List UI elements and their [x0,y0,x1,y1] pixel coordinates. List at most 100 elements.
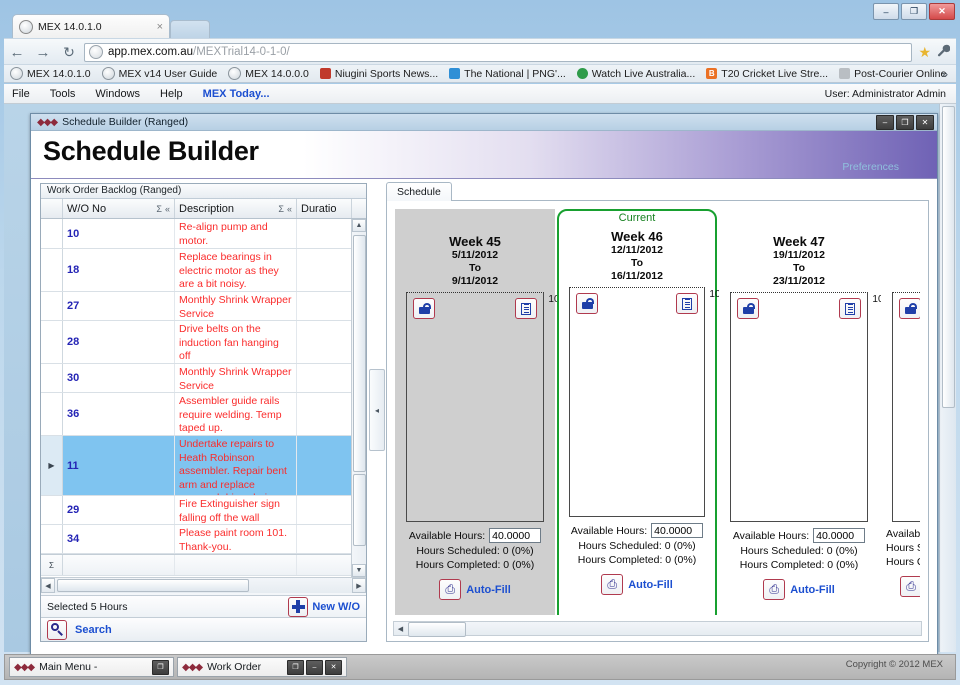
window-minimize-button[interactable]: – [876,115,894,130]
scroll-up-icon[interactable]: ▲ [352,219,366,232]
more-bookmarks-icon[interactable]: » [941,67,948,81]
week-card[interactable]: Week 45 5/11/2012 To 9/11/2012 100% [395,209,574,615]
window-close-button[interactable]: ✕ [916,115,934,130]
sigma-icon[interactable]: Σ [278,204,287,214]
document-list-icon[interactable] [839,298,861,319]
auto-fill-button[interactable]: ⎙ Auto-Fill [396,579,554,600]
page-title: Schedule Builder [43,136,259,166]
menu-file[interactable]: File [12,88,30,100]
column-header-description[interactable]: Description Σ « [175,199,297,218]
page-vertical-scrollbar[interactable] [939,104,956,652]
restore-button[interactable]: ❐ [152,659,169,675]
unlock-icon[interactable] [576,293,598,314]
available-hours-input[interactable] [651,523,704,538]
document-list-icon[interactable] [676,293,698,314]
taskbar-item-main-menu[interactable]: ◆◆◆ Main Menu - ❐ [9,657,174,677]
cell-wo-no: 18 [63,249,175,291]
week-card-current[interactable]: Current Week 46 12/11/2012 To 16/11/2012… [557,209,735,615]
table-row[interactable]: 18 Replace bearings in electric motor as… [41,249,352,292]
scrollbar-thumb[interactable] [57,579,249,592]
hours-completed: Hours Completed: 0 (0%) [577,554,697,566]
close-icon[interactable]: × [153,21,163,33]
document-list-icon[interactable] [515,298,537,319]
table-row[interactable]: 30 Monthly Shrink Wrapper Service [41,364,352,393]
forward-icon[interactable]: → [30,44,56,61]
week-card-clipped[interactable]: W 26/ 30/ Available [881,209,920,615]
sigma-icon[interactable]: Σ [156,204,165,214]
menu-help[interactable]: Help [160,88,183,100]
table-row[interactable]: 36 Assembler guide rails require welding… [41,393,352,436]
unlock-icon[interactable] [737,298,759,319]
week-dropzone[interactable] [569,287,705,517]
grid-vertical-scrollbar[interactable]: ▲ ▼ [351,219,366,577]
auto-fill-button[interactable]: ⎙ Auto-Fill [559,574,715,595]
bookmark-item[interactable]: The National | PNG'... [449,68,566,80]
restore-button[interactable]: ❐ [287,659,304,675]
week-card[interactable]: Week 47 19/11/2012 To 23/11/2012 100% [719,209,898,615]
address-bar[interactable]: app.mex.com.au/MEXTrial14-0-1-0/ [84,42,913,62]
scrollbar-track[interactable] [55,578,352,593]
cell-duration [297,364,352,392]
table-row[interactable]: 10 Re-align pump and motor. [41,219,352,249]
column-header-duration[interactable]: Duratio [297,199,352,218]
scrollbar-thumb-lower[interactable] [353,474,366,546]
menu-tools[interactable]: Tools [50,88,76,100]
summary-sigma-icon: Σ [41,555,63,575]
available-hours-input[interactable] [489,528,542,543]
table-row[interactable]: 27 Monthly Shrink Wrapper Service [41,292,352,321]
bookmark-item[interactable]: MEX 14.0.0.0 [228,67,309,80]
chevron-left-icon[interactable]: « [165,204,170,214]
column-header-wo-no[interactable]: W/O No Σ « [63,199,175,218]
close-button[interactable]: ✕ [325,659,342,675]
week-dropzone[interactable] [730,292,868,522]
bookmark-item[interactable]: MEX 14.0.1.0 [10,67,91,80]
window-titlebar: ◆◆◆ Schedule Builder (Ranged) – ❐ ✕ [31,114,937,131]
bookmark-item[interactable]: MEX v14 User Guide [101,67,217,80]
current-week-label: Current [618,212,656,224]
scrollbar-thumb[interactable] [942,106,955,408]
bookmark-item[interactable]: Niugini Sports News... [319,68,438,80]
bookmark-item[interactable]: Post-Courier Online [839,68,946,80]
taskbar-item-work-order[interactable]: ◆◆◆ Work Order ❐ – ✕ [177,657,347,677]
scrollbar-thumb[interactable] [408,622,466,637]
unlock-icon[interactable] [899,298,920,319]
backlog-panel-title: Work Order Backlog (Ranged) [41,184,366,199]
star-icon[interactable]: ★ [918,44,937,61]
table-row[interactable]: 34 Please paint room 101. Thank-you. [41,525,352,554]
week-dropzone[interactable] [406,292,544,522]
auto-fill-button[interactable]: ⎙ Auto-Fill [720,579,878,600]
window-maximize-button[interactable]: ❐ [896,115,914,130]
unlock-icon[interactable] [413,298,435,319]
cell-description: Monthly Shrink Wrapper Service [175,292,297,320]
url-path: /MEXTrial14-0-1-0/ [193,46,290,58]
bookmark-item[interactable]: B T20 Cricket Live Stre... [706,68,828,80]
back-icon[interactable]: ← [4,44,30,61]
menu-mex-today[interactable]: MEX Today... [203,88,270,100]
menu-windows[interactable]: Windows [95,88,140,100]
table-row[interactable]: 29 Fire Extinguisher sign falling off th… [41,496,352,525]
table-row[interactable]: 28 Drive belts on the induction fan hang… [41,321,352,364]
scrollbar-thumb[interactable] [353,235,366,472]
chevron-left-icon[interactable]: « [287,204,292,214]
table-row[interactable]: ▶ 11 Undertake repairs to Heath Robinson… [41,436,352,496]
tab-schedule[interactable]: Schedule [386,182,452,201]
panel-collapse-handle[interactable]: ◂ [369,369,385,451]
auto-fill-button[interactable]: ⎙ [882,576,920,597]
scroll-left-icon[interactable]: ◀ [41,578,55,593]
week-dropzone[interactable] [892,292,920,522]
bookmark-item[interactable]: Watch Live Australia... [576,68,695,80]
schedule-horizontal-scrollbar[interactable]: ◀ [393,621,922,637]
scroll-right-icon[interactable]: ▶ [352,578,366,593]
grid-horizontal-scrollbar[interactable]: ◀ ▶ [41,577,366,593]
browser-tab[interactable]: MEX 14.0.1.0 × [12,14,170,38]
tab-title: MEX 14.0.1.0 [38,20,102,33]
search-button[interactable]: Search [41,617,366,641]
wrench-icon[interactable] [937,44,956,60]
minimize-button[interactable]: – [306,659,323,675]
scroll-left-icon[interactable]: ◀ [394,622,407,635]
preferences-link[interactable]: Preferences [842,161,899,173]
available-hours-input[interactable] [813,528,866,543]
scroll-down-icon[interactable]: ▼ [352,564,366,577]
new-wo-button[interactable]: New W/O [288,596,360,617]
reload-icon[interactable]: ↻ [56,44,82,61]
